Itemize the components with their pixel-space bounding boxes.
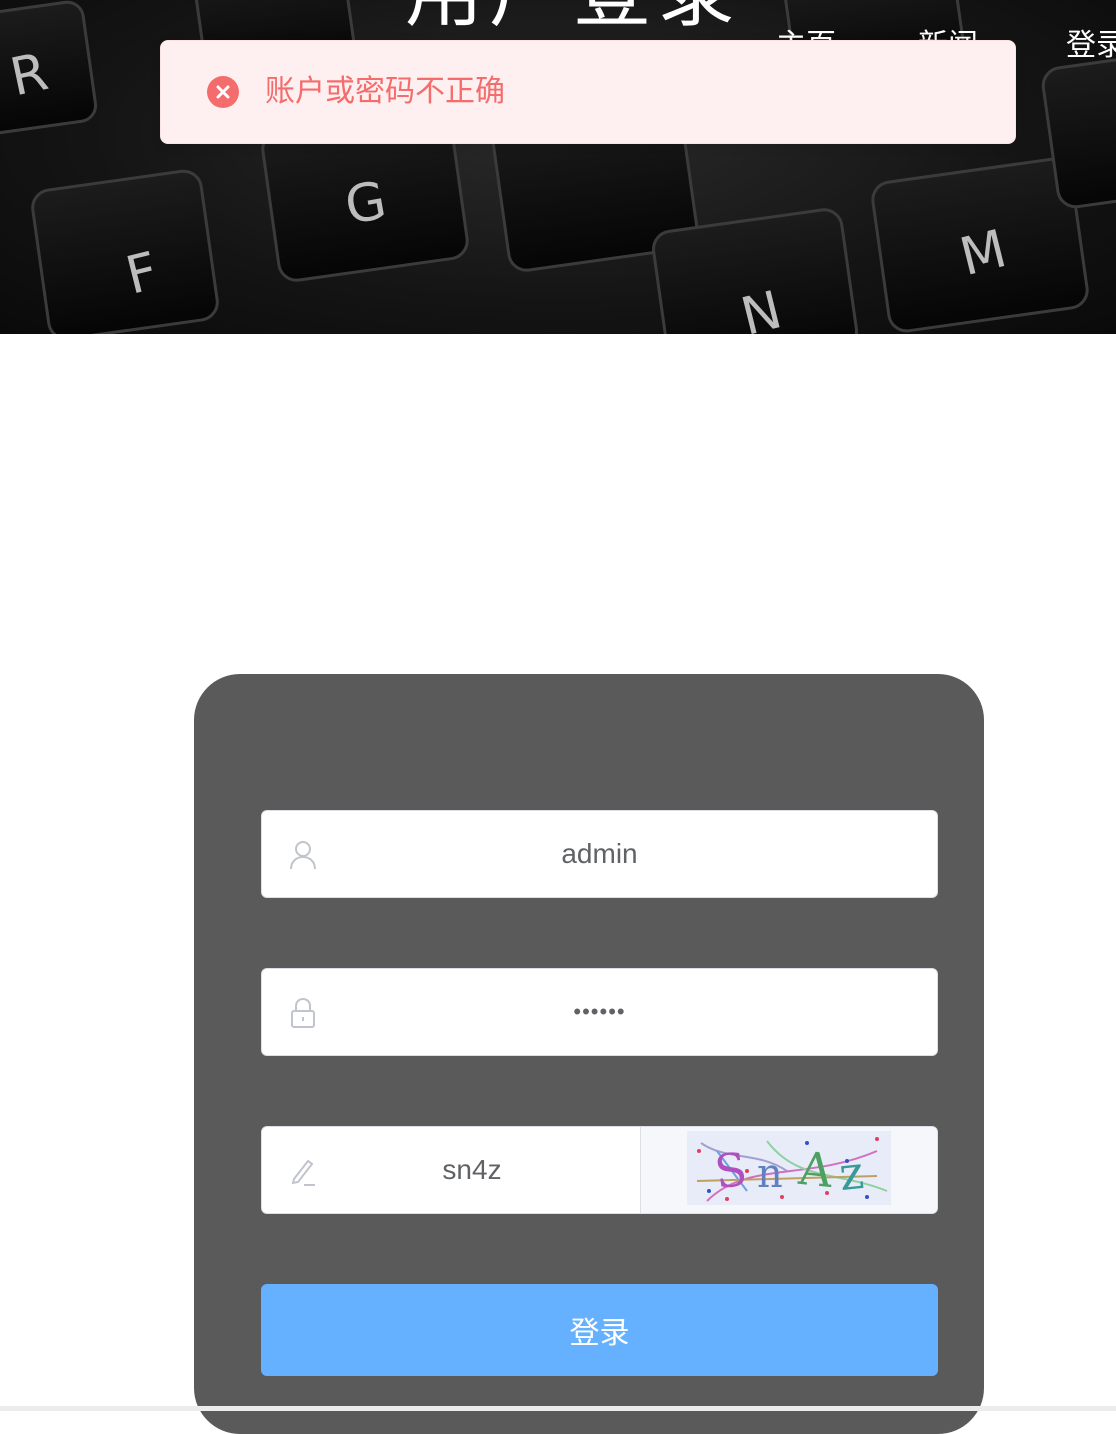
login-card: •••••• S n [194, 674, 984, 1434]
user-icon [290, 841, 316, 870]
svg-text:A: A [795, 1141, 835, 1198]
page-title: 用户登录 [405, 0, 741, 32]
login-submit-button[interactable]: 登录 [261, 1284, 938, 1376]
pencil-icon [291, 1159, 315, 1186]
captcha-field[interactable]: S n A z [261, 1126, 938, 1214]
username-field[interactable] [261, 810, 938, 898]
password-input[interactable]: •••••• [332, 969, 937, 1055]
svg-text:n: n [757, 1151, 783, 1197]
captcha-image[interactable]: S n A z [687, 1131, 891, 1205]
captcha-input[interactable] [332, 1127, 612, 1213]
error-circle-icon [207, 76, 239, 108]
page-bottom-divider [0, 1406, 1116, 1411]
nav-link-login[interactable]: 登录 [1066, 26, 1116, 66]
username-input[interactable] [332, 811, 937, 897]
error-message-text: 账户或密码不正确 [265, 74, 505, 109]
captcha-input-wrapper[interactable] [262, 1127, 641, 1213]
password-field[interactable]: •••••• [261, 968, 938, 1056]
error-message-toast: 账户或密码不正确 [160, 40, 1016, 144]
captcha-image-box[interactable]: S n A z [641, 1127, 937, 1213]
lock-icon [291, 997, 315, 1028]
